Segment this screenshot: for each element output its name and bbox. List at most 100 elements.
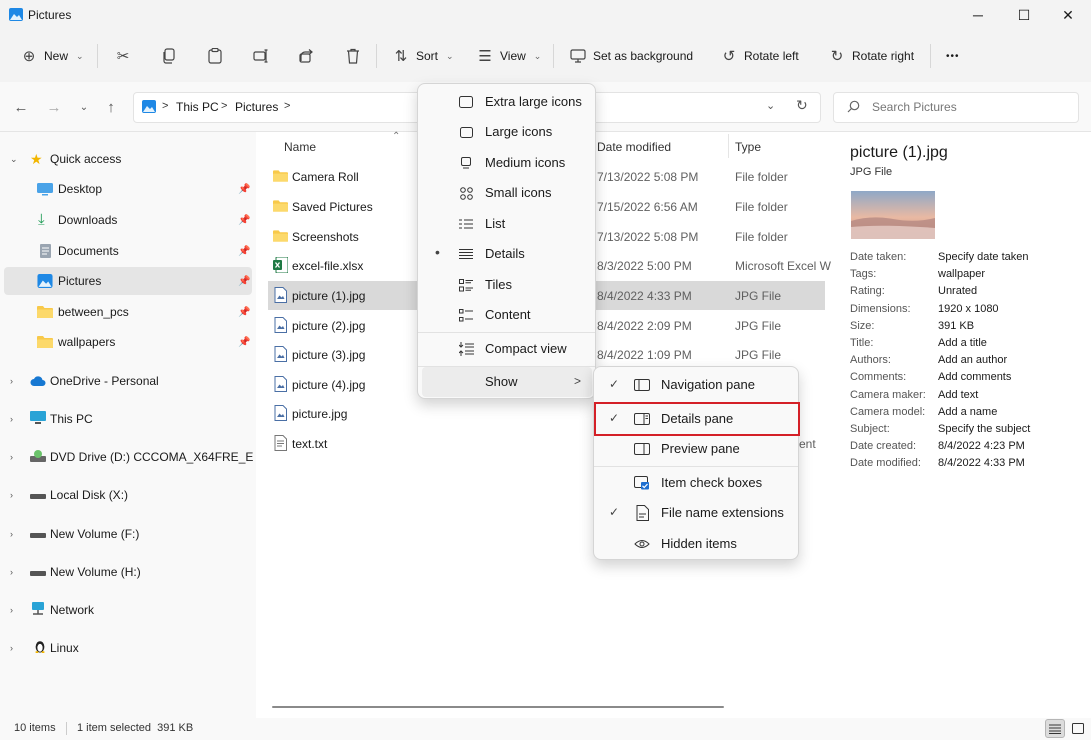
breadcrumb-this-pc[interactable]: This PC (176, 100, 219, 114)
chevron-right-icon[interactable]: › (10, 605, 13, 615)
pin-icon[interactable]: 📌 (238, 337, 250, 348)
sidebar-item-local-disk-x[interactable]: › Local Disk (X:) (4, 481, 252, 509)
sidebar-item-new-volume-f[interactable]: › New Volume (F:) (4, 520, 252, 548)
property-value[interactable]: Add comments (938, 371, 1011, 383)
menu-item-file-name-extensions[interactable]: ✓ File name extensions (598, 498, 795, 528)
chevron-right-icon[interactable]: › (10, 414, 13, 424)
close-button[interactable]: ✕ (1045, 0, 1091, 30)
menu-item-label: Compact view (485, 341, 567, 356)
chevron-right-icon[interactable]: › (10, 643, 13, 653)
recent-locations-icon[interactable]: ⌄ (72, 96, 96, 118)
image-file-icon (273, 376, 288, 392)
menu-item-preview-pane[interactable]: Preview pane (598, 434, 795, 464)
more-options-button[interactable]: ••• (942, 42, 964, 70)
menu-item-details[interactable]: • Details (422, 239, 592, 269)
chevron-right-icon[interactable]: › (10, 376, 13, 386)
large-icons-view-toggle[interactable] (1068, 719, 1088, 738)
sidebar-item-label: Quick access (50, 152, 121, 166)
sidebar-item-dvd-drive[interactable]: › DVD Drive (D:) CCCOMA_X64FRE_EN-US (4, 443, 254, 471)
share-button[interactable] (294, 42, 320, 70)
property-value[interactable]: Add a title (938, 337, 987, 349)
sidebar-item-wallpapers[interactable]: wallpapers 📌 (4, 328, 252, 356)
menu-item-compact-view[interactable]: Compact view (422, 334, 592, 364)
menu-item-content[interactable]: Content (422, 300, 592, 330)
chevron-right-icon[interactable]: › (10, 567, 13, 577)
property-value[interactable]: Add a name (938, 406, 997, 418)
property-value[interactable]: Add an author (938, 354, 1007, 366)
delete-button[interactable] (340, 42, 366, 70)
sidebar-item-network[interactable]: › Network (4, 596, 252, 624)
view-button[interactable]: ☰ View ⌄ (472, 42, 545, 70)
column-divider[interactable] (728, 134, 729, 158)
chevron-right-icon[interactable]: › (10, 490, 13, 500)
sidebar-item-documents[interactable]: Documents 📌 (4, 237, 252, 265)
horizontal-scrollbar[interactable] (272, 706, 724, 708)
menu-item-hidden-items[interactable]: Hidden items (598, 529, 795, 559)
menu-item-item-check-boxes[interactable]: Item check boxes (598, 468, 795, 498)
pin-icon[interactable]: 📌 (238, 184, 250, 195)
details-view-toggle[interactable] (1045, 719, 1065, 738)
folder-icon (37, 335, 53, 349)
column-header-type[interactable]: Type (735, 140, 761, 154)
file-date: 7/13/2022 5:08 PM (597, 230, 698, 244)
cut-button[interactable]: ✂ (110, 42, 136, 70)
property-value[interactable]: 8/4/2022 4:33 PM (938, 457, 1025, 469)
chevron-down-icon[interactable]: ⌄ (10, 154, 18, 165)
sort-button[interactable]: ⇅ Sort ⌄ (388, 42, 458, 70)
sidebar-item-linux[interactable]: › Linux (4, 634, 252, 662)
menu-item-tiles[interactable]: Tiles (422, 270, 592, 300)
rotate-left-button[interactable]: ↺ Rotate left (716, 42, 803, 70)
rename-button[interactable] (248, 42, 274, 70)
pin-icon[interactable]: 📌 (238, 276, 250, 287)
sidebar-item-quick-access[interactable]: ⌄ ★ Quick access (4, 145, 252, 173)
rotate-left-label: Rotate left (744, 49, 799, 63)
set-as-background-button[interactable]: Set as background (565, 42, 697, 70)
up-arrow-icon[interactable]: ↑ (99, 96, 123, 118)
menu-item-medium-icons[interactable]: Medium icons (422, 148, 592, 178)
column-header-name[interactable]: Name (284, 140, 316, 154)
sidebar-item-onedrive[interactable]: › OneDrive - Personal (4, 367, 252, 395)
address-dropdown-icon[interactable]: ⌄ (766, 99, 775, 112)
property-value[interactable]: 391 KB (938, 320, 974, 332)
property-value[interactable]: wallpaper (938, 268, 985, 280)
back-arrow-icon[interactable]: ← (9, 96, 33, 118)
chevron-down-icon: ⌄ (446, 51, 454, 62)
menu-item-large-icons[interactable]: Large icons (422, 117, 592, 147)
property-value[interactable]: Specify date taken (938, 251, 1029, 263)
pin-icon[interactable]: 📌 (238, 246, 250, 257)
toolbar-divider (553, 44, 554, 68)
menu-item-extra-large-icons[interactable]: Extra large icons (422, 87, 592, 117)
sidebar-item-between-pcs[interactable]: between_pcs 📌 (4, 298, 252, 326)
file-name: picture (4).jpg (292, 378, 365, 392)
rotate-right-button[interactable]: ↻ Rotate right (824, 42, 918, 70)
details-file-type: JPG File (850, 166, 892, 178)
property-value[interactable]: Unrated (938, 285, 977, 297)
chevron-right-icon[interactable]: › (10, 529, 13, 539)
property-value[interactable]: 1920 x 1080 (938, 303, 999, 315)
copy-button[interactable] (156, 42, 182, 70)
sidebar-item-downloads[interactable]: ⤓ Downloads 📌 (4, 206, 252, 234)
sidebar-item-pictures[interactable]: Pictures 📌 (4, 267, 252, 295)
sidebar-item-desktop[interactable]: Desktop 📌 (4, 175, 252, 203)
menu-item-navigation-pane[interactable]: ✓ Navigation pane (598, 370, 795, 400)
column-header-date-modified[interactable]: Date modified (597, 140, 671, 154)
file-type: File folder (735, 230, 788, 244)
new-button[interactable]: ⊕ New ⌄ (16, 42, 88, 70)
pin-icon[interactable]: 📌 (238, 215, 250, 226)
menu-item-show[interactable]: Show > (422, 367, 592, 397)
menu-item-list[interactable]: List (422, 209, 592, 239)
pin-icon[interactable]: 📌 (238, 307, 250, 318)
property-value[interactable]: Add text (938, 389, 978, 401)
chevron-right-icon[interactable]: › (10, 452, 13, 462)
sidebar-item-new-volume-h[interactable]: › New Volume (H:) (4, 558, 252, 586)
breadcrumb-pictures[interactable]: Pictures (235, 100, 278, 114)
minimize-button[interactable]: ─ (955, 0, 1001, 30)
property-value[interactable]: 8/4/2022 4:23 PM (938, 440, 1025, 452)
paste-button[interactable] (202, 42, 228, 70)
sidebar-item-this-pc[interactable]: › This PC (4, 405, 252, 433)
property-value[interactable]: Specify the subject (938, 423, 1030, 435)
maximize-button[interactable]: ☐ (1001, 0, 1047, 30)
forward-arrow-icon[interactable]: → (42, 96, 66, 118)
refresh-icon[interactable]: ↻ (796, 97, 808, 114)
menu-item-small-icons[interactable]: Small icons (422, 178, 592, 208)
